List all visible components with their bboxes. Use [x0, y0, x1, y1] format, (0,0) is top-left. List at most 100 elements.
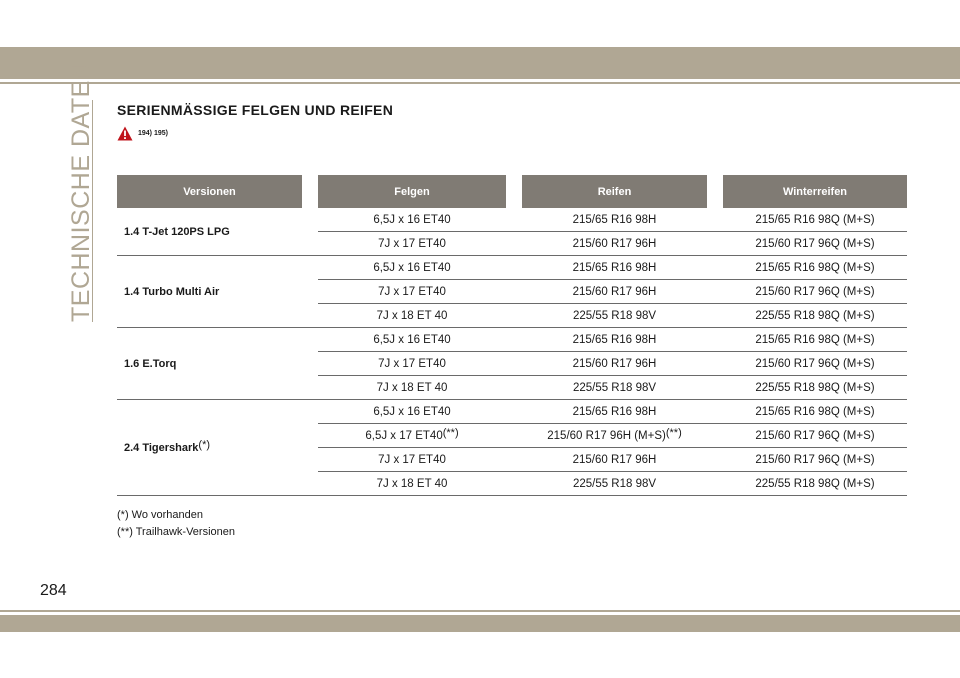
- reifen-cell: 215/65 R16 98H: [522, 400, 707, 424]
- version-label: 1.6 E.Torq: [124, 357, 177, 370]
- version-cell: 1.4 Turbo Multi Air: [117, 256, 302, 328]
- side-rule: [92, 100, 93, 322]
- reifen-cell-text: 225/55 R18 98V: [572, 381, 657, 394]
- winterreifen-cell-text: 215/65 R16 98Q (M+S): [755, 261, 875, 274]
- felgen-cell: 7J x 17 ET40: [318, 232, 506, 256]
- header-winterreifen: Winterreifen: [723, 175, 907, 208]
- winterreifen-cell: 215/60 R17 96Q (M+S): [723, 424, 907, 448]
- reifen-cell-text: 215/60 R17 96H: [572, 357, 657, 370]
- felgen-cell-text: 6,5J x 16 ET40: [373, 213, 451, 226]
- winterreifen-cell: 215/60 R17 96Q (M+S): [723, 448, 907, 472]
- reifen-cell: 215/65 R16 98H: [522, 328, 707, 352]
- version-label: 1.4 T-Jet 120PS LPG: [124, 225, 230, 238]
- reifen-cell-text: 225/55 R18 98V: [572, 309, 657, 322]
- table-header-row: Versionen Felgen Reifen Winterreifen: [117, 175, 907, 208]
- felgen-cell: 7J x 17 ET40: [318, 448, 506, 472]
- winterreifen-cell: 215/65 R16 98Q (M+S): [723, 256, 907, 280]
- header-reifen: Reifen: [522, 175, 707, 208]
- winterreifen-cell-text: 215/60 R17 96Q (M+S): [755, 357, 875, 370]
- bottom-band: [0, 615, 960, 632]
- page-number: 284: [40, 582, 67, 599]
- winterreifen-cell: 225/55 R18 98Q (M+S): [723, 376, 907, 400]
- winterreifen-cell-text: 215/60 R17 96Q (M+S): [755, 285, 875, 298]
- version-label: 1.4 Turbo Multi Air: [124, 285, 220, 298]
- reifen-cell-text: 215/65 R16 98H: [572, 405, 657, 418]
- winterreifen-cell-text: 215/60 R17 96Q (M+S): [755, 453, 875, 466]
- header-versionen: Versionen: [117, 175, 302, 208]
- felgen-cell: 7J x 17 ET40: [318, 352, 506, 376]
- reifen-cell-text: 215/65 R16 98H: [572, 213, 657, 226]
- felgen-cell: 6,5J x 16 ET40: [318, 256, 506, 280]
- winterreifen-cell-text: 225/55 R18 98Q (M+S): [755, 477, 875, 490]
- felgen-cell: 7J x 18 ET 40: [318, 376, 506, 400]
- table-row: 1.4 Turbo Multi Air 6,5J x 16 ET40 215/65 …: [117, 256, 907, 328]
- version-footnote-mark: (*): [198, 438, 211, 451]
- reifen-cell-text: 215/60 R17 96H: [572, 453, 657, 466]
- felgen-cell-text: 6,5J x 16 ET40: [373, 261, 451, 274]
- top-band: [0, 47, 960, 79]
- bottom-rule: [0, 610, 960, 612]
- winterreifen-cell: 215/65 R16 98Q (M+S): [723, 400, 907, 424]
- table-row: 1.6 E.Torq 6,5J x 16 ET40 215/65 R16 98H 21…: [117, 328, 907, 400]
- table-row: 1.4 T-Jet 120PS LPG 6,5J x 16 ET40 215/65 …: [117, 208, 907, 256]
- reifen-cell-text: 215/65 R16 98H: [572, 333, 657, 346]
- version-label: 2.4 Tigershark: [124, 441, 199, 454]
- warning-references: 194) 195): [138, 130, 168, 137]
- winterreifen-cell-text: 215/65 R16 98Q (M+S): [755, 333, 875, 346]
- winterreifen-cell-text: 215/65 R16 98Q (M+S): [755, 405, 875, 418]
- felgen-cell-text: 6,5J x 17 ET40: [365, 429, 443, 442]
- felgen-cell-text: 6,5J x 16 ET40: [373, 333, 451, 346]
- reifen-cell-text: 225/55 R18 98V: [572, 477, 657, 490]
- winterreifen-cell: 215/60 R17 96Q (M+S): [723, 352, 907, 376]
- reifen-cell-text: 215/60 R17 96H: [572, 285, 657, 298]
- felgen-cell-text: 7J x 17 ET40: [378, 453, 446, 466]
- reifen-cell: 215/65 R16 98H: [522, 208, 707, 232]
- winterreifen-cell-text: 215/60 R17 96Q (M+S): [755, 429, 875, 442]
- reifen-cell: 215/60 R17 96H: [522, 232, 707, 256]
- felgen-cell: 7J x 17 ET40: [318, 280, 506, 304]
- felgen-cell-text: 7J x 17 ET40: [378, 357, 446, 370]
- felgen-cell-text: 6,5J x 16 ET40: [373, 405, 451, 418]
- felgen-cell-text: 7J x 18 ET 40: [376, 309, 448, 322]
- winterreifen-cell: 215/65 R16 98Q (M+S): [723, 328, 907, 352]
- felgen-cell: 6,5J x 17 ET40(**): [318, 424, 506, 448]
- version-cell: 1.4 T-Jet 120PS LPG: [117, 208, 302, 256]
- winterreifen-cell: 215/60 R17 96Q (M+S): [723, 280, 907, 304]
- reifen-cell: 215/65 R16 98H: [522, 256, 707, 280]
- reifen-cell: 225/55 R18 98V: [522, 304, 707, 328]
- footnote-1: (*) Wo vorhanden: [117, 509, 204, 521]
- reifen-cell: 215/60 R17 96H: [522, 352, 707, 376]
- reifen-cell-text: 215/65 R16 98H: [572, 261, 657, 274]
- reifen-cell: 215/60 R17 96H (M+S)(**): [522, 424, 707, 448]
- felgen-cell-footnote-mark: (**): [442, 426, 459, 439]
- reifen-cell: 225/55 R18 98V: [522, 376, 707, 400]
- felgen-cell: 7J x 18 ET 40: [318, 472, 506, 496]
- reifen-cell-footnote-mark: (**): [665, 426, 682, 439]
- reifen-cell: 225/55 R18 98V: [522, 472, 707, 496]
- reifen-cell: 215/60 R17 96H: [522, 448, 707, 472]
- winterreifen-cell: 225/55 R18 98Q (M+S): [723, 304, 907, 328]
- felgen-cell: 7J x 18 ET 40: [318, 304, 506, 328]
- reifen-cell-text: 215/60 R17 96H: [572, 237, 657, 250]
- reifen-cell-text: 215/60 R17 96H (M+S): [547, 429, 666, 442]
- footnote-2: (**) Trailhawk-Versionen: [117, 526, 235, 538]
- felgen-cell-text: 7J x 18 ET 40: [376, 381, 448, 394]
- winterreifen-cell-text: 225/55 R18 98Q (M+S): [755, 309, 875, 322]
- winterreifen-cell: 225/55 R18 98Q (M+S): [723, 472, 907, 496]
- felgen-cell: 6,5J x 16 ET40: [318, 328, 506, 352]
- winterreifen-cell: 215/65 R16 98Q (M+S): [723, 208, 907, 232]
- felgen-cell-text: 7J x 17 ET40: [378, 237, 446, 250]
- winterreifen-cell-text: 215/60 R17 96Q (M+S): [755, 237, 875, 250]
- version-cell: 2.4 Tigershark(*): [117, 400, 302, 496]
- header-felgen: Felgen: [318, 175, 506, 208]
- warning-icon: [117, 126, 133, 141]
- felgen-cell-text: 7J x 18 ET 40: [376, 477, 448, 490]
- felgen-cell: 6,5J x 16 ET40: [318, 208, 506, 232]
- top-rule: [0, 82, 960, 84]
- winterreifen-cell-text: 215/65 R16 98Q (M+S): [755, 213, 875, 226]
- side-section-title: TECHNISCHE DATEN: [67, 61, 95, 322]
- winterreifen-cell-text: 225/55 R18 98Q (M+S): [755, 381, 875, 394]
- felgen-cell: 6,5J x 16 ET40: [318, 400, 506, 424]
- tire-table: Versionen Felgen Reifen Winterreifen 1.4…: [117, 175, 907, 496]
- page-heading: SERIENMÄSSIGE FELGEN UND REIFEN: [117, 102, 394, 118]
